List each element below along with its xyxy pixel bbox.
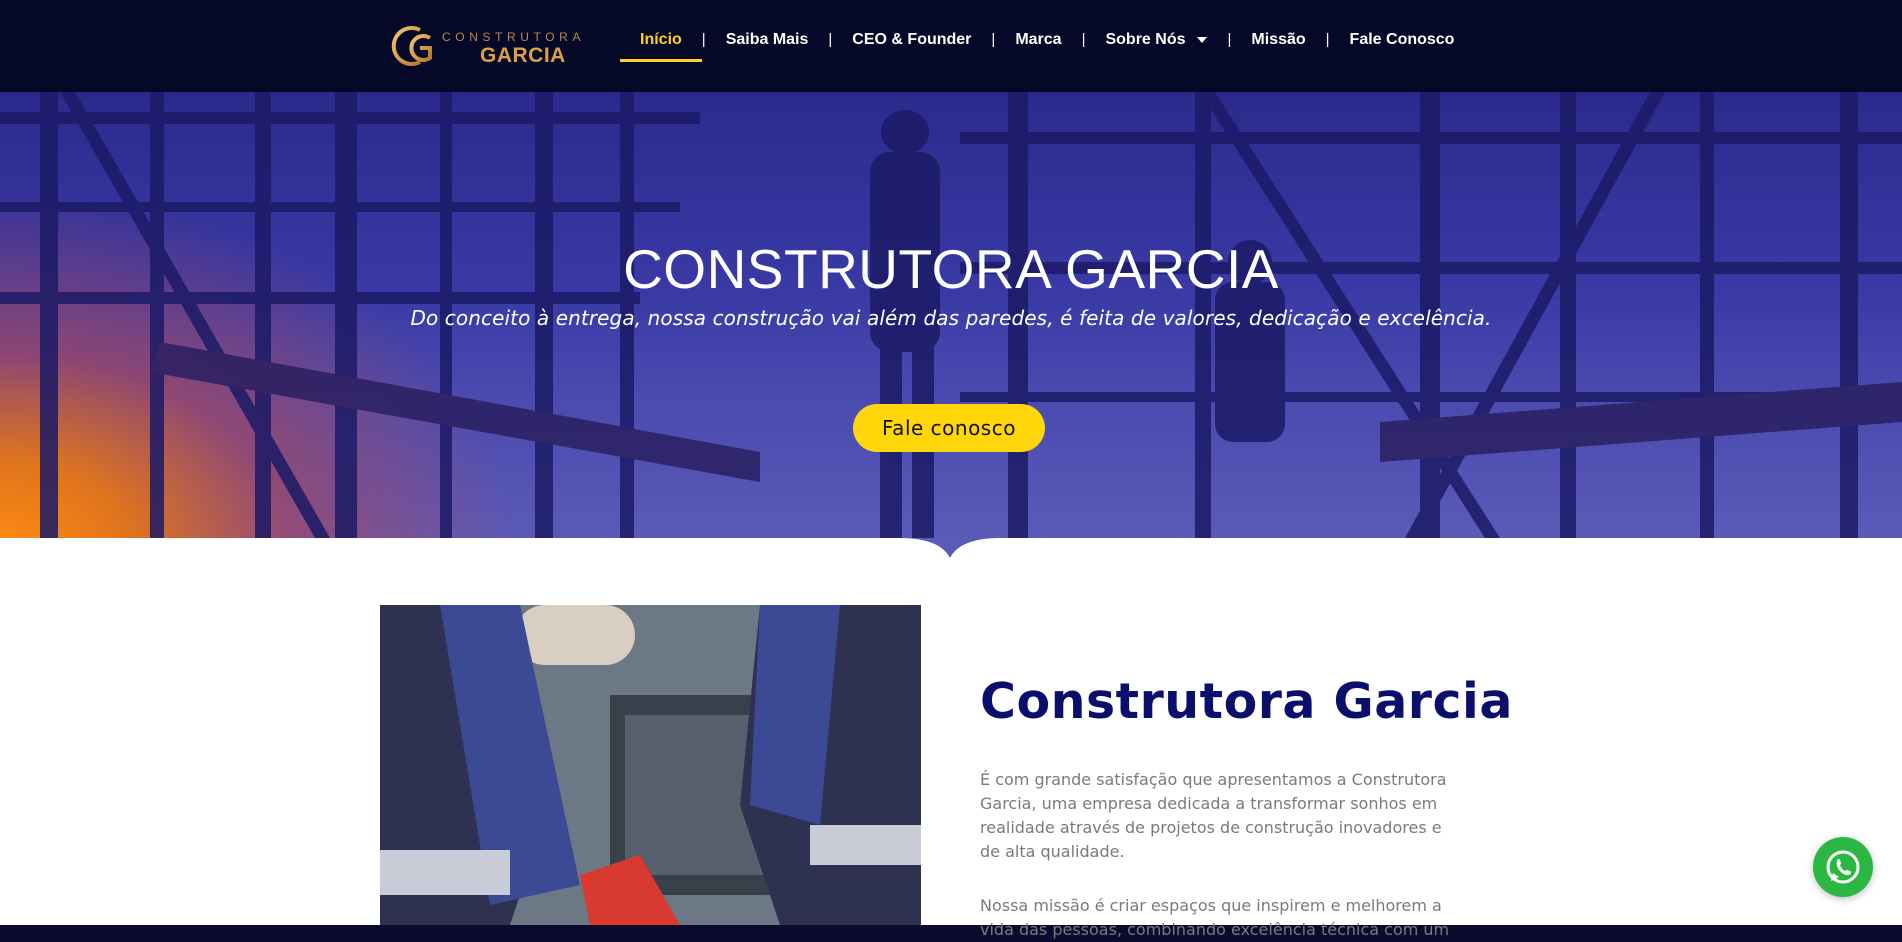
about-title: Construtora Garcia <box>980 672 1513 730</box>
nav-item-saiba-mais[interactable]: Saiba Mais <box>706 24 829 64</box>
nav-item-sobre-nos[interactable]: Sobre Nós <box>1085 24 1227 64</box>
nav-item-sobre-nos-label: Sobre Nós <box>1105 31 1186 48</box>
chevron-down-icon[interactable] <box>1197 37 1208 43</box>
logo-bottom-text: GARCIA <box>480 44 566 67</box>
contact-button[interactable]: Fale conosco <box>853 404 1045 452</box>
about-paragraph: Nossa missão é criar espaços que inspire… <box>980 896 1450 939</box>
about-paragraph: É com grande satisfação que apresentamos… <box>980 770 1447 861</box>
whatsapp-icon <box>1826 850 1860 884</box>
nav-item-inicio[interactable]: Início <box>620 24 702 64</box>
site-header: CONSTRUTORA GARCIA Início | Saiba Mais |… <box>0 0 1902 92</box>
hero-section: CONSTRUTORA GARCIA Do conceito à entrega… <box>0 92 1902 538</box>
nav-item-ceo-founder[interactable]: CEO & Founder <box>832 24 991 64</box>
hero-subtitle: Do conceito à entrega, nossa construção … <box>410 306 1492 330</box>
whatsapp-button[interactable] <box>1813 837 1873 897</box>
site-logo[interactable]: CONSTRUTORA GARCIA <box>390 20 605 72</box>
worker-photo <box>380 605 921 925</box>
hero-title: CONSTRUTORA GARCIA <box>623 237 1279 300</box>
nav-item-fale-conosco[interactable]: Fale Conosco <box>1330 24 1475 64</box>
nav-item-missao[interactable]: Missão <box>1231 24 1325 64</box>
cg-monogram-logo <box>391 26 432 66</box>
section-divider-notch <box>900 538 1000 558</box>
nav-item-marca[interactable]: Marca <box>995 24 1081 64</box>
main-nav: Início | Saiba Mais | CEO & Founder | Ma… <box>620 24 1474 64</box>
logo-top-text: CONSTRUTORA <box>442 30 586 44</box>
about-section <box>0 538 1902 925</box>
